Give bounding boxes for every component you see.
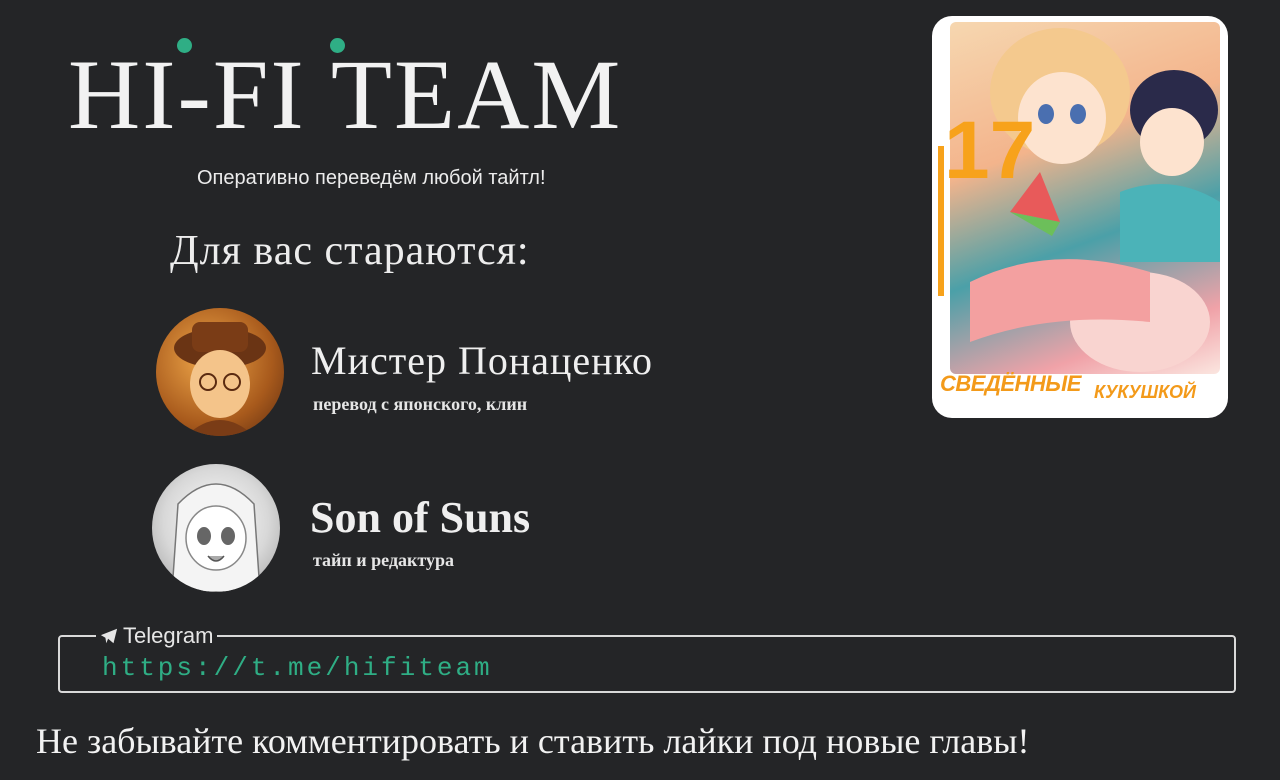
logo-dot-1 [177,38,192,53]
telegram-icon [100,628,118,644]
member-1-avatar [156,308,284,436]
member-1-name: Мистер Понаценко [311,338,653,383]
cover-title-line-2: КУКУШКОЙ [1094,382,1196,402]
member-2-avatar [152,464,280,592]
tagline: Оперативно переведём любой тайтл! [197,167,546,189]
footer-message: Не забывайте комментировать и ставить ла… [36,721,1030,761]
manga-cover: 17 СВЕДЁННЫЕ КУКУШКОЙ [932,16,1228,418]
cover-volume-number: 17 [944,105,1036,196]
team-logo: HI-FI TEAM [68,39,623,150]
cover-artwork [950,22,1220,374]
telegram-label-text: Telegram [123,623,214,648]
credits-title: Для вас стараются: [170,228,530,274]
telegram-box: Telegram https://t.me/hifiteam [58,623,1236,693]
telegram-link[interactable]: https://t.me/hifiteam [102,653,493,683]
telegram-label: Telegram [96,623,218,649]
member-1-role: перевод с японского, клин [313,394,528,414]
logo-dot-2 [330,38,345,53]
cover-title-line-1: СВЕДЁННЫЕ [940,371,1081,396]
member-2-role: тайп и редактура [313,550,455,570]
member-2-name: Son of Suns [310,493,531,542]
